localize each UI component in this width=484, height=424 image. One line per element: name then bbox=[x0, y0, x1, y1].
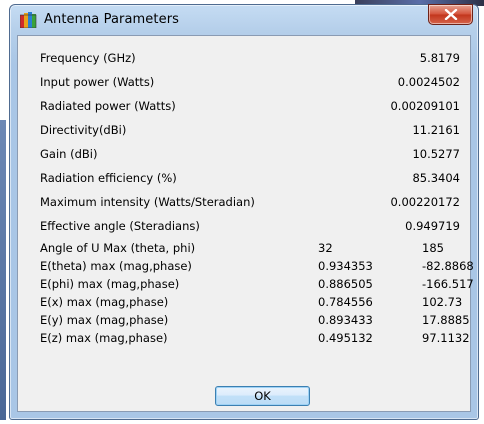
title-bar[interactable]: Antenna Parameters bbox=[10, 4, 478, 35]
field-value-2: -82.8868 bbox=[422, 259, 474, 273]
field-value-2: -166.517 bbox=[422, 277, 474, 291]
param-value: 10.5277 bbox=[412, 147, 460, 161]
field-value-2: 97.1132 bbox=[422, 331, 470, 345]
param-value: 0.00220172 bbox=[390, 195, 460, 209]
ok-button[interactable]: OK bbox=[215, 386, 310, 406]
desktop-background-left bbox=[0, 120, 6, 420]
param-label: Effective angle (Steradians) bbox=[40, 219, 200, 233]
param-label: Directivity(dBi) bbox=[40, 123, 127, 137]
field-value-1: 0.893433 bbox=[318, 313, 373, 327]
field-label: E(phi) max (mag,phase) bbox=[40, 277, 180, 291]
param-value: 0.949719 bbox=[405, 219, 460, 233]
field-label: E(z) max (mag,phase) bbox=[40, 331, 168, 345]
param-value: 0.0024502 bbox=[397, 75, 460, 89]
field-label: E(theta) max (mag,phase) bbox=[40, 259, 192, 273]
close-button[interactable] bbox=[428, 4, 473, 25]
field-label: Angle of U Max (theta, phi) bbox=[40, 241, 196, 255]
field-value-2: 185 bbox=[422, 241, 444, 255]
param-label: Maximum intensity (Watts/Steradian) bbox=[40, 195, 255, 209]
param-label: Input power (Watts) bbox=[40, 75, 155, 89]
field-value-2: 17.8885 bbox=[422, 313, 470, 327]
field-label: E(y) max (mag,phase) bbox=[40, 313, 169, 327]
param-value: 5.8179 bbox=[419, 51, 460, 65]
parameters-panel: Frequency (GHz) 5.8179 Input power (Watt… bbox=[17, 35, 474, 412]
field-value-1: 32 bbox=[318, 241, 333, 255]
window-title: Antenna Parameters bbox=[44, 12, 180, 27]
param-label: Radiated power (Watts) bbox=[40, 99, 176, 113]
field-value-1: 0.886505 bbox=[318, 277, 373, 291]
close-x-icon bbox=[444, 9, 458, 20]
param-label: Radiation efficiency (%) bbox=[40, 171, 177, 185]
param-value: 0.00209101 bbox=[390, 99, 460, 113]
param-value: 11.2161 bbox=[412, 123, 460, 137]
antenna-parameters-dialog: Antenna Parameters Frequency (GHz) 5.817… bbox=[9, 4, 479, 420]
field-value-1: 0.934353 bbox=[318, 259, 373, 273]
field-value-1: 0.784556 bbox=[318, 295, 373, 309]
param-value: 85.3404 bbox=[412, 171, 460, 185]
param-label: Frequency (GHz) bbox=[40, 51, 136, 65]
field-label: E(x) max (mag,phase) bbox=[40, 295, 169, 309]
field-value-2: 102.73 bbox=[422, 295, 463, 309]
param-label: Gain (dBi) bbox=[40, 147, 98, 161]
field-value-1: 0.495132 bbox=[318, 331, 373, 345]
antenna-app-icon bbox=[19, 12, 38, 29]
